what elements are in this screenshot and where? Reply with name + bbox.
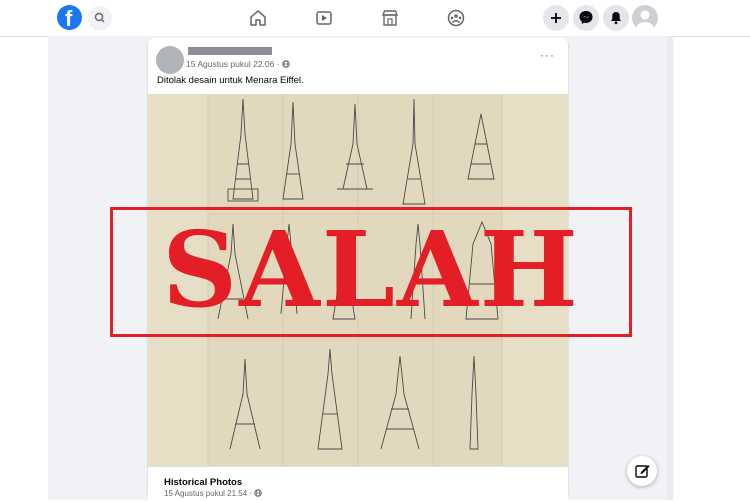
user-silhouette-icon (636, 10, 654, 31)
compose-icon (635, 465, 650, 478)
shared-post-timestamp-text: 15 Agustus pukul 21.54 · (164, 489, 255, 498)
groups-icon (447, 9, 465, 27)
poster-name-redacted (188, 47, 272, 55)
facebook-logo-letter: f (65, 6, 73, 31)
nav-groups[interactable] (443, 6, 469, 30)
messenger-icon (579, 11, 593, 24)
video-icon (316, 11, 332, 25)
messenger-button[interactable] (573, 5, 599, 31)
shared-post-timestamp[interactable]: 15 Agustus pukul 21.54 · (164, 489, 263, 499)
home-icon (250, 10, 266, 26)
nav-marketplace[interactable] (377, 6, 403, 30)
post-caption: Ditolak desain untuk Menara Eiffel. (157, 75, 304, 86)
fact-check-stamp: SALAH (110, 207, 632, 337)
notifications-icon (611, 12, 621, 25)
globe-icon (254, 489, 263, 499)
facebook-logo[interactable]: f (57, 5, 82, 31)
new-message-button[interactable] (627, 456, 657, 486)
globe-icon (282, 60, 290, 70)
notifications-button[interactable] (603, 5, 629, 31)
nav-home[interactable] (245, 6, 271, 30)
plus-icon (551, 13, 561, 23)
marketplace-icon (381, 10, 399, 26)
post-options-button[interactable]: ··· (540, 48, 555, 62)
post-timestamp-text: 15 Agustus pukul 22.06 · (186, 59, 282, 69)
shared-page-name[interactable]: Historical Photos (164, 477, 242, 488)
shared-post-footer[interactable]: Historical Photos 15 Agustus pukul 21.54… (148, 466, 568, 501)
poster-avatar[interactable] (156, 46, 184, 74)
top-navigation-bar: f (0, 0, 750, 37)
profile-avatar[interactable] (632, 5, 658, 31)
page-scrollbar[interactable] (667, 36, 673, 500)
fact-check-verdict: SALAH (162, 208, 580, 331)
create-button[interactable] (543, 5, 569, 31)
post-timestamp[interactable]: 15 Agustus pukul 22.06 · (186, 59, 290, 70)
nav-watch[interactable] (311, 6, 337, 30)
search-button[interactable] (88, 6, 112, 30)
search-icon (94, 12, 105, 23)
